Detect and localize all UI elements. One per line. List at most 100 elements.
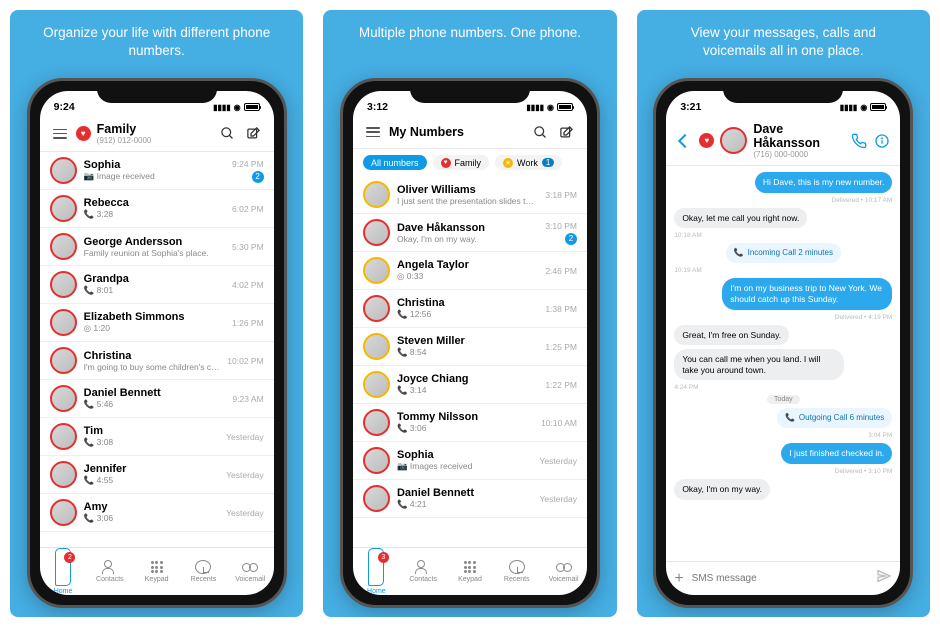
conversation-row[interactable]: Angela Taylor◎ 0:332:46 PM (353, 252, 587, 290)
app-screen-numbers: 3:12 ▮▮▮▮ ◉ My Numbers All numbers♥Famil (353, 91, 587, 595)
tab-keypad[interactable]: Keypad (133, 548, 180, 595)
call-record: 📞Outgoing Call 6 minutes (777, 408, 892, 428)
tab-contacts[interactable]: Contacts (400, 548, 447, 595)
avatar (50, 195, 77, 222)
row-meta: Yesterday (539, 456, 577, 466)
contact-avatar[interactable] (720, 127, 747, 154)
conversation-row[interactable]: Tommy Nilsson📞 3:06 10:10 AM (353, 404, 587, 442)
conversation-row[interactable]: George AnderssonFamily reunion at Sophia… (40, 228, 274, 266)
row-time: 9:24 PM (232, 159, 264, 169)
row-name: Dave Håkansson (397, 222, 538, 234)
row-name: Tommy Nilsson (397, 411, 534, 423)
conversation-row[interactable]: Sophia📷 Image received9:24 PM2 (40, 152, 274, 190)
compose-button[interactable] (244, 124, 264, 144)
row-meta: 9:24 PM2 (232, 159, 264, 183)
back-button[interactable] (676, 131, 693, 151)
row-name: Christina (397, 297, 538, 309)
line-badge-family[interactable]: ♥ (76, 126, 91, 141)
conversation-row[interactable]: Grandpa📞 8:014:02 PM (40, 266, 274, 304)
app-screen-conversations: 9:24 ▮▮▮▮ ◉ ♥ Family (912) 012-0000 (40, 91, 274, 595)
row-preview: 📞 8:54 (397, 347, 538, 358)
row-meta: 3:18 PM (545, 190, 577, 200)
row-time: 10:10 AM (541, 418, 577, 428)
row-meta: 9:23 AM (232, 394, 263, 404)
conversation-row[interactable]: Jennifer📞 4:55Yesterday (40, 456, 274, 494)
attach-button[interactable]: + (674, 570, 683, 588)
avatar (50, 233, 77, 260)
phone-frame: 3:12 ▮▮▮▮ ◉ My Numbers All numbers♥Famil (340, 78, 600, 608)
status-right: ▮▮▮▮ ◉ (213, 103, 260, 112)
tab-label: Voicemail (549, 576, 579, 583)
menu-button[interactable] (363, 122, 383, 142)
tab-contacts[interactable]: Contacts (86, 548, 133, 595)
row-time: 2:46 PM (545, 266, 577, 276)
conversation-row[interactable]: Daniel Bennett📞 4:21Yesterday (353, 480, 587, 518)
conversation-list[interactable]: Sophia📷 Image received9:24 PM2Rebecca📞 3… (40, 152, 274, 547)
conversation-row[interactable]: Sophia📷 Images receivedYesterday (353, 442, 587, 480)
tab-recents[interactable]: Recents (180, 548, 227, 595)
tab-label: Home (54, 588, 73, 595)
row-preview: I just sent the presentation slides to y… (397, 196, 538, 206)
conversation-row[interactable]: Steven Miller📞 8:541:25 PM (353, 328, 587, 366)
conversation-row[interactable]: Amy📞 3:06Yesterday (40, 494, 274, 532)
conversation-row[interactable]: Joyce Chiang📞 3:141:22 PM (353, 366, 587, 404)
row-preview: 📞 3:28 (84, 209, 225, 220)
chat-thread[interactable]: Hi Dave, this is my new number.Delivered… (666, 166, 900, 561)
conversation-row[interactable]: Elizabeth Simmons◎ 1:201:26 PM (40, 304, 274, 342)
filter-chip[interactable]: ☀Work1 (495, 155, 562, 170)
conversation-row[interactable]: ChristinaI'm going to buy some children'… (40, 342, 274, 380)
message-outgoing: I just finished checked in. (781, 443, 892, 464)
header-subtitle: (912) 012-0000 (97, 136, 152, 145)
filter-chip[interactable]: All numbers (363, 155, 427, 170)
tab-home[interactable]: Home2 (40, 548, 87, 595)
search-button[interactable] (531, 122, 551, 142)
message-incoming: Okay, I'm on my way. (674, 479, 770, 500)
conversation-row[interactable]: Daniel Bennett📞 5:469:23 AM (40, 380, 274, 418)
tab-voicemail[interactable]: Voicemail (540, 548, 587, 595)
compose-button[interactable] (557, 122, 577, 142)
chip-label: Work (517, 158, 538, 168)
message-meta: Delivered • 10:17 AM (832, 197, 893, 204)
conversation-list[interactable]: Oliver WilliamsI just sent the presentat… (353, 176, 587, 547)
tab-recents[interactable]: Recents (493, 548, 540, 595)
row-meta: 10:10 AM (541, 418, 577, 428)
search-button[interactable] (218, 124, 238, 144)
row-meta: Yesterday (226, 432, 264, 442)
conversation-row[interactable]: Christina📞 12:561:38 PM (353, 290, 587, 328)
tab-keypad[interactable]: Keypad (447, 548, 494, 595)
row-name: Joyce Chiang (397, 373, 538, 385)
conversation-row[interactable]: Oliver WilliamsI just sent the presentat… (353, 176, 587, 214)
row-name: Elizabeth Simmons (84, 311, 225, 323)
call-button[interactable] (850, 131, 867, 151)
message-outgoing: I'm on my business trip to New York. We … (722, 278, 892, 309)
row-main: Tommy Nilsson📞 3:06 (397, 411, 534, 434)
row-time: 3:10 PM (545, 221, 577, 231)
tab-home[interactable]: Home3 (353, 548, 400, 595)
conversation-row[interactable]: Dave HåkanssonOkay, I'm on my way.3:10 P… (353, 214, 587, 252)
tab-voicemail[interactable]: Voicemail (227, 548, 274, 595)
info-button[interactable] (873, 131, 890, 151)
message-input[interactable] (692, 573, 869, 584)
header-title: Family (97, 122, 152, 136)
menu-button[interactable] (50, 124, 70, 144)
signal-icon: ▮▮▮▮ (213, 103, 231, 112)
row-main: George AnderssonFamily reunion at Sophia… (84, 236, 225, 258)
message-meta: 3:04 PM (868, 432, 892, 439)
message-input-bar: + (666, 561, 900, 595)
clock: 3:21 (680, 101, 701, 113)
row-meta: 5:30 PM (232, 242, 264, 252)
send-button[interactable] (876, 568, 892, 589)
row-preview: 📞 8:01 (84, 285, 225, 296)
row-preview: ◎ 0:33 (397, 271, 538, 282)
row-name: Tim (84, 425, 220, 437)
battery-icon (557, 103, 573, 111)
wifi-icon: ◉ (547, 103, 554, 112)
number-filter-chips: All numbers ♥Family ☀Work1 (353, 149, 587, 176)
row-main: Oliver WilliamsI just sent the presentat… (397, 184, 538, 206)
filter-chip[interactable]: ♥Family (433, 155, 490, 170)
conversation-row[interactable]: Rebecca📞 3:286:02 PM (40, 190, 274, 228)
day-separator: Today (767, 395, 800, 404)
row-name: Oliver Williams (397, 184, 538, 196)
conversation-row[interactable]: Tim📞 3:08Yesterday (40, 418, 274, 456)
header-bar: ♥ Family (912) 012-0000 (40, 119, 274, 152)
